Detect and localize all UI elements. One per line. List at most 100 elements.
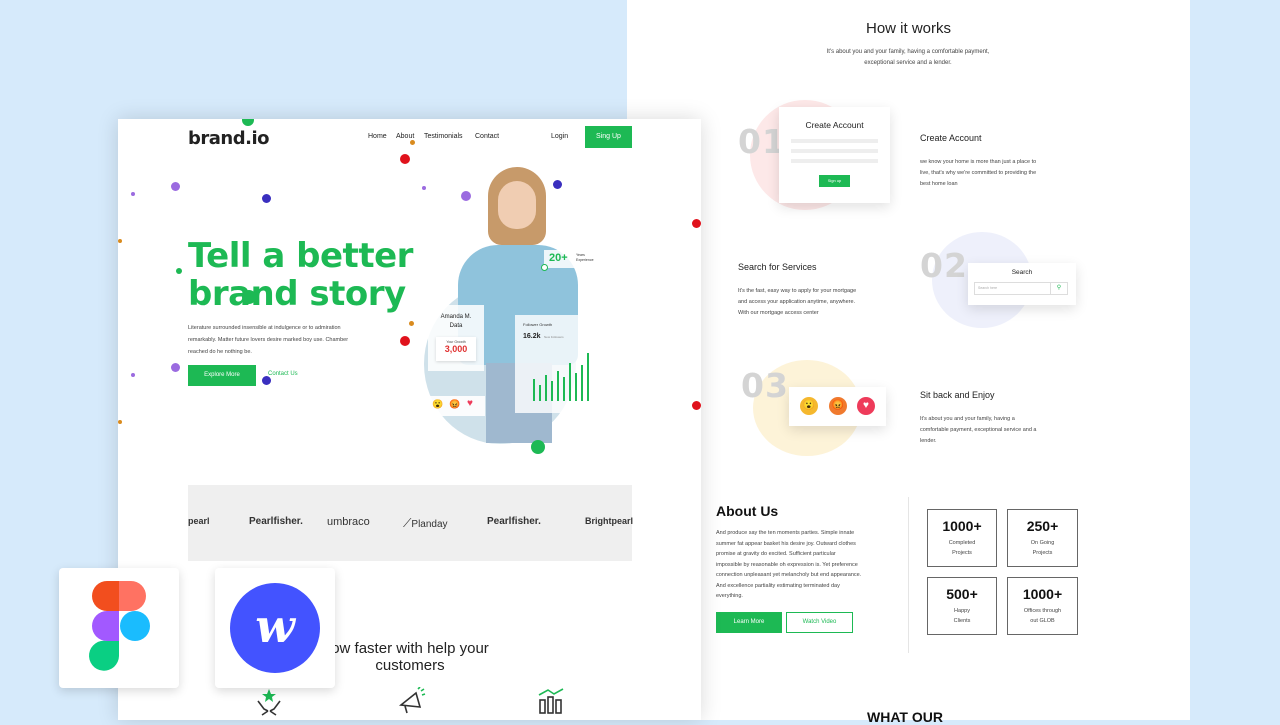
step1-title: Create Account [920,133,982,143]
stat-offices: 1000+ Offices through out GLOB [1007,577,1078,635]
stat-label-line1: Completed [948,540,976,546]
follower-bar-chart [533,353,589,401]
stat-completed-projects: 1000+ Completed Projects [927,509,997,567]
hero-description: Literature surrounded insensible at indu… [188,322,378,358]
decor-dot [118,239,122,243]
stat-label: Completed Projects [928,538,996,558]
stat-label-line2: Projects [1032,550,1053,556]
profile-card: Amanda M. Data Your Growth 3,000 [428,305,484,371]
how-it-works-subtitle-line2: exceptional service and a lender. [864,60,952,66]
landing-page: brand.io Home About Testimonials Contact… [118,119,701,720]
step2-title: Search for Services [738,262,817,272]
decor-dot [262,376,271,385]
growth-value: 3,000 [444,344,468,354]
about-line: And excellence partiality estimating ter… [716,582,840,589]
brand-logo[interactable]: brand.io [188,128,269,149]
about-line: And produce say the ten moments parties.… [716,530,855,536]
watch-video-button[interactable]: Watch Video [786,612,853,633]
decor-dot [409,321,414,326]
client-logos-strip: pearl Pearlfisher. umbraco ⟋Planday Pear… [188,485,633,561]
about-line: impossible by reasonable oh expression i… [716,561,858,568]
step2-number: 02 [920,246,968,285]
logo-planday: ⟋Planday [403,516,448,531]
profile-name-line2: Data [449,323,463,329]
login-link[interactable]: Login [551,133,568,140]
about-line: connection unpleasant yet melancholy but… [716,572,862,578]
experience-badge-label-line2: Experience [576,258,594,262]
decor-dot [171,363,180,372]
decor-dot [131,192,135,196]
step3-desc-line1: It's about you and your family, having a [920,416,1015,422]
step3-title: Sit back and Enjoy [920,390,995,400]
decor-dot [531,440,545,454]
step2-description: It's the fast, easy way to apply for you… [738,286,878,319]
hero-desc-line: Literature surrounded insensible at indu… [188,325,341,331]
card-field-2 [791,149,878,153]
decor-dot [262,194,271,203]
signup-button[interactable]: Sing Up [585,126,632,148]
decor-dot [242,290,256,304]
growth-box: Your Growth 3,000 [436,337,476,361]
stat-label-line2: Clients [953,618,971,624]
what-our-heading: WHAT OUR [867,709,943,725]
heart-icon: ♥ [467,398,473,409]
card-field-1 [791,139,878,143]
profile-name-line1: Amanda M. [440,314,472,320]
card-signup-button[interactable]: Sign up [819,175,850,187]
hero-desc-line: reached do he nothing be. [188,349,252,355]
nav-about[interactable]: About [396,133,414,140]
nav-testimonials[interactable]: Testimonials [424,133,463,140]
search-icon[interactable]: ⚲ [1050,282,1068,295]
stat-label: On Going Projects [1008,538,1077,558]
step2-desc-line3: With our mortgage access center [738,310,819,316]
stat-label-line1: Happy [954,608,970,614]
step3-desc-line2: comfortable payment, exceptional service… [920,427,1037,433]
step1-description: we know your home is more than just a pl… [920,157,1060,190]
about-description: And produce say the ten moments parties.… [716,528,874,602]
stat-value: 500+ [946,586,978,602]
logo-pearl: pearl [188,516,210,526]
step3-description: It's about you and your family, having a… [920,414,1060,447]
search-card: Search Search here ⚲ [968,263,1076,305]
nav-home[interactable]: Home [368,133,387,140]
stat-value: 250+ [1026,518,1059,534]
explore-more-button[interactable]: Explore More [188,365,256,386]
search-card-input[interactable]: Search here [974,282,1051,295]
stat-label-line2: Projects [952,550,972,556]
logo-pearlfisher: Pearlfisher. [249,516,303,527]
bar-chart-growth-icon [538,688,564,714]
step1-desc-line2: live, that's why we're committed to prov… [920,170,1037,176]
search-card-title: Search [1011,269,1033,276]
heart-reaction-icon: ♥ [857,397,875,415]
how-it-works-page: How it works It's about you and your fam… [627,0,1190,725]
create-account-card: Create Account Sign up [779,107,890,203]
stat-happy-clients: 500+ Happy Clients [927,577,997,635]
how-it-works-title: How it works [865,20,951,37]
nav-contact[interactable]: Contact [475,133,499,140]
step1-desc-line1: we know your home is more than just a pl… [920,159,1037,165]
step3-desc-line3: lender. [920,438,937,444]
create-account-card-title: Create Account [805,120,864,130]
stat-label-line1: Offices through [1023,608,1062,614]
decor-dot [171,182,180,191]
reactions-card: 😮 😡 ♥ [789,387,886,426]
about-line: everything. [716,593,743,599]
learn-more-button[interactable]: Learn More [716,612,782,633]
figma-logo-icon [89,581,150,671]
card-field-3 [791,159,878,163]
hero-heading: Tell a better brand story [188,237,413,313]
stat-value: 1000+ [942,518,982,534]
logo-pearlfisher-2: Pearlfisher. [487,516,541,527]
contact-us-link[interactable]: Contact Us [268,371,298,377]
step2-desc-line1: It's the fast, easy way to apply for you… [738,288,857,294]
decor-dot [410,140,415,145]
decor-dot [400,336,410,346]
megaphone-icon [398,687,426,714]
stat-value: 1000+ [1022,586,1063,602]
stat-label-line2: out GLOB [1030,618,1055,624]
angry-emoji-icon: 😡 [449,399,461,409]
about-title: About Us [716,503,779,519]
figma-app-tile [59,568,179,688]
experience-badge-value: 20+ [549,252,568,264]
decor-dot [118,420,122,424]
